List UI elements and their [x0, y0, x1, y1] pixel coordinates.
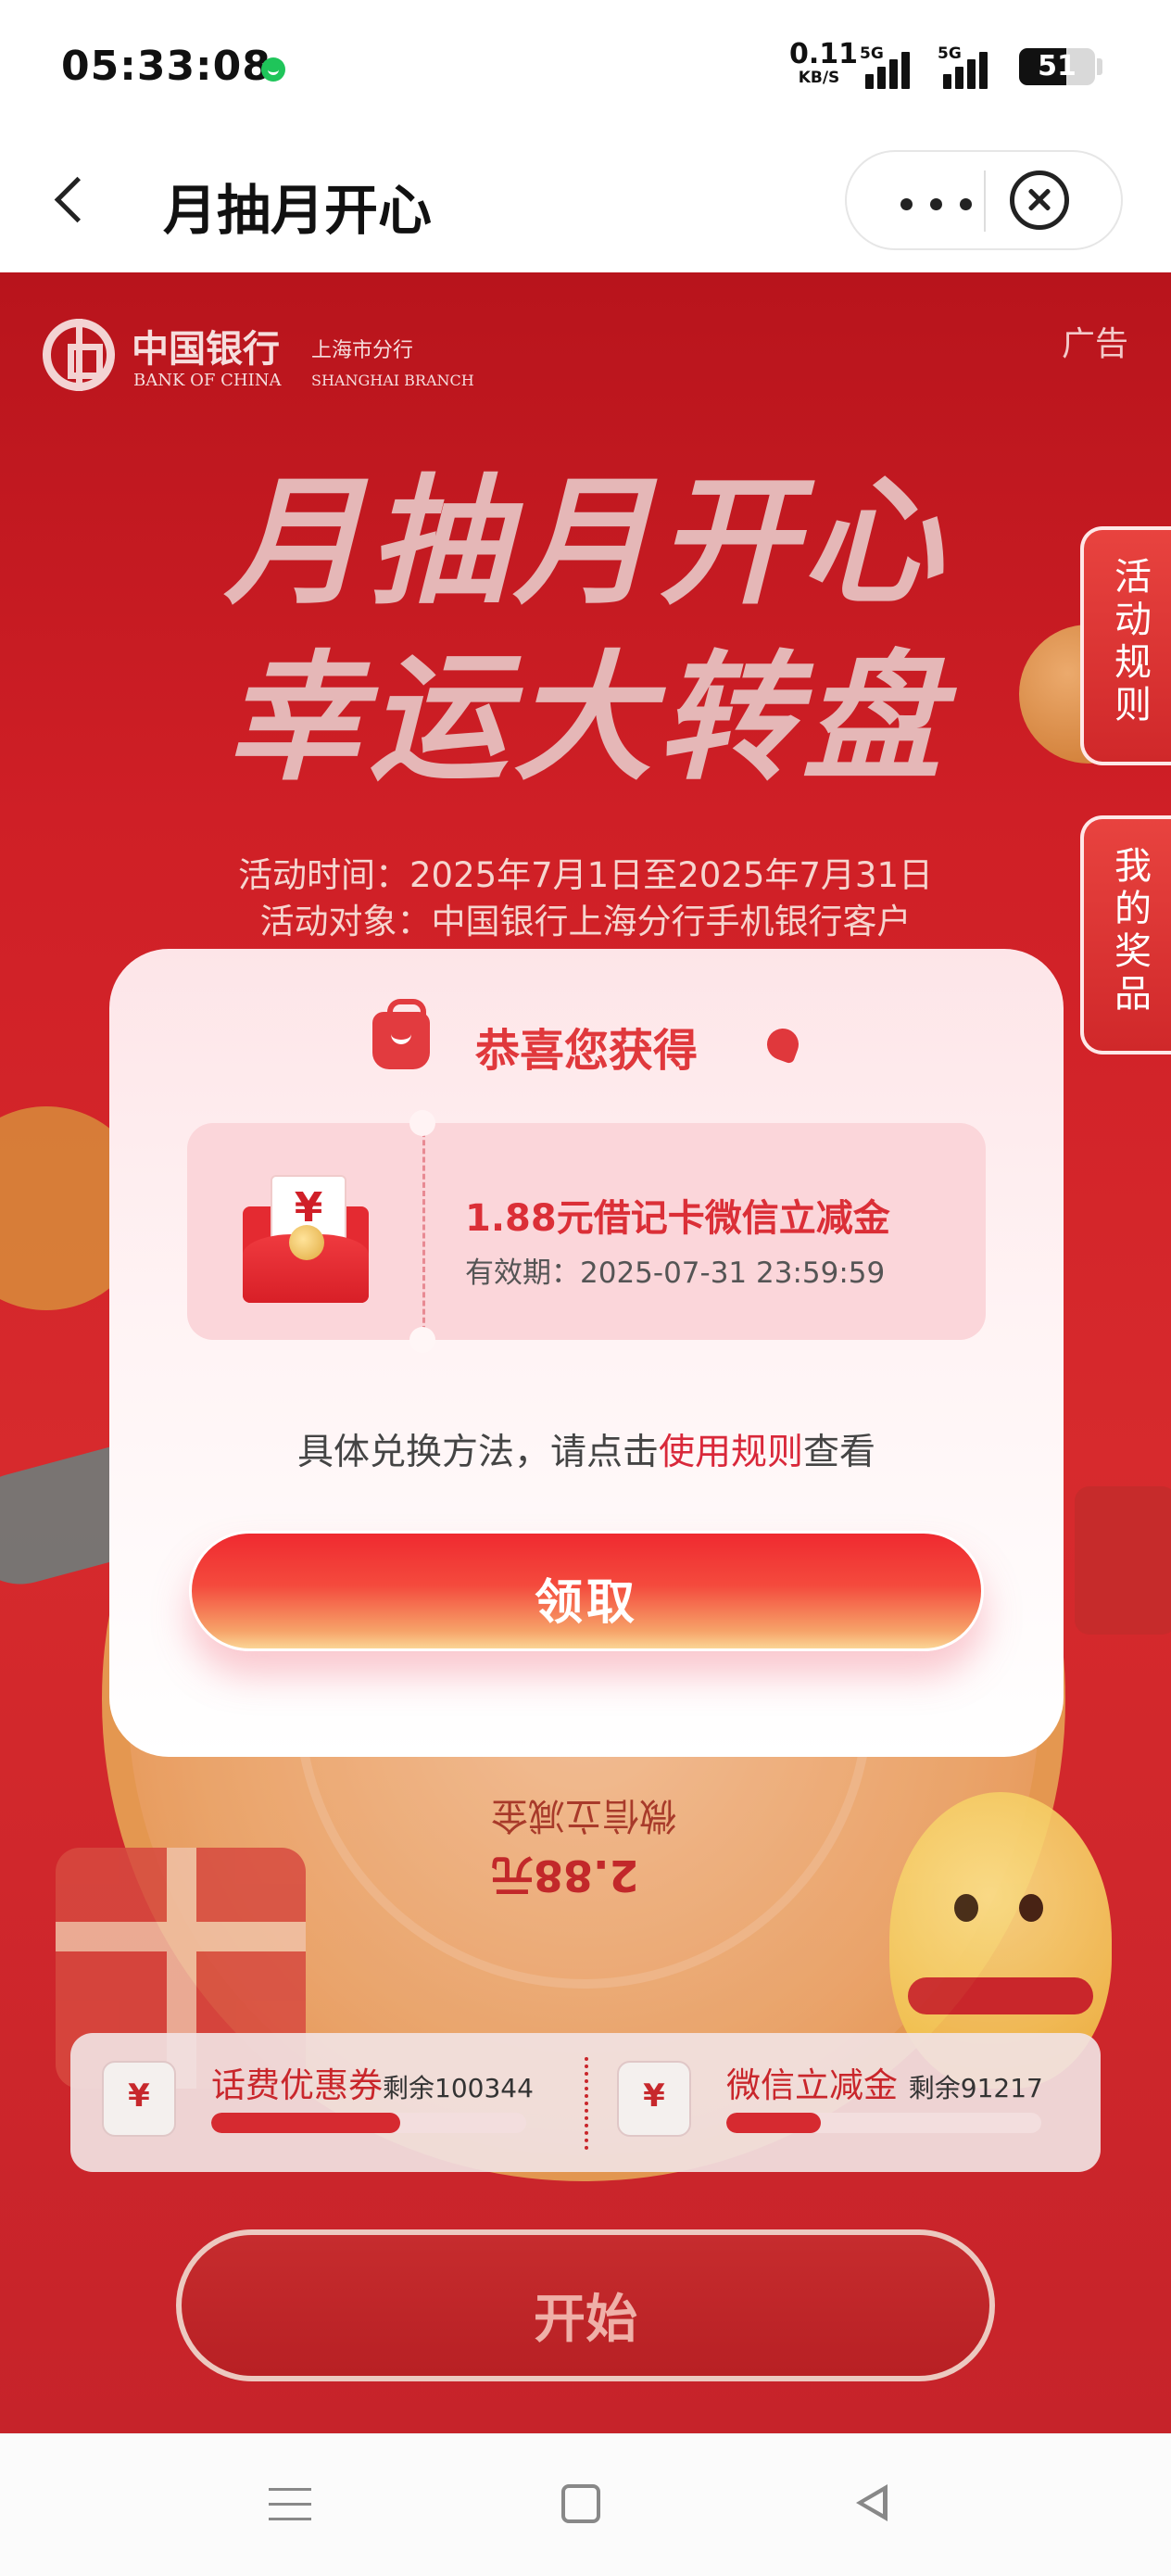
battery-icon: 51 [1019, 48, 1095, 85]
back-triangle-icon[interactable] [849, 2482, 889, 2523]
usage-rules-link[interactable]: 使用规则 [659, 1432, 803, 1473]
signal-icon-sim1: 5G [860, 44, 925, 89]
status-time: 05:33:08 [61, 43, 271, 90]
page-title: 月抽月开心 [163, 179, 433, 242]
status-bar: 05:33:08 0.11 KB/S 5G 5G 51 [0, 0, 1171, 135]
close-circle-icon[interactable] [1010, 170, 1069, 230]
red-envelope-icon [243, 1175, 369, 1303]
coupon-expiry: 有效期：2025-07-31 23:59:59 [465, 1256, 886, 1290]
prize-coupon-card: 1.88元借记卡微信立减金 有效期：2025-07-31 23:59:59 [187, 1110, 986, 1353]
coupon-name: 1.88元借记卡微信立减金 [465, 1197, 890, 1240]
claim-button[interactable]: 领取 [189, 1531, 984, 1651]
capsule-menu [845, 150, 1123, 250]
mini-program-title-bar: 月抽月开心 [0, 135, 1171, 272]
capsule-divider [984, 170, 986, 232]
signal-icon-sim2: 5G [938, 44, 1002, 89]
system-nav-bar [0, 2433, 1171, 2576]
more-dots-icon[interactable] [895, 180, 978, 224]
menu-icon[interactable] [269, 2484, 311, 2525]
redeem-hint: 具体兑换方法，请点击使用规则查看 [296, 1432, 876, 1473]
prize-modal: 恭喜您获得 1.88元借记卡微信立减金 有效期：2025-07-31 23:59… [109, 949, 1064, 1757]
home-square-icon[interactable] [561, 2484, 600, 2523]
modal-title: 恭喜您获得 [474, 1025, 698, 1077]
modal-header: 恭喜您获得 [109, 999, 1064, 1077]
app-notification-icon [261, 57, 285, 82]
network-speed: 0.11 KB/S [789, 38, 859, 87]
chevron-left-icon[interactable] [41, 163, 115, 237]
coupon-divider [422, 1123, 425, 1340]
